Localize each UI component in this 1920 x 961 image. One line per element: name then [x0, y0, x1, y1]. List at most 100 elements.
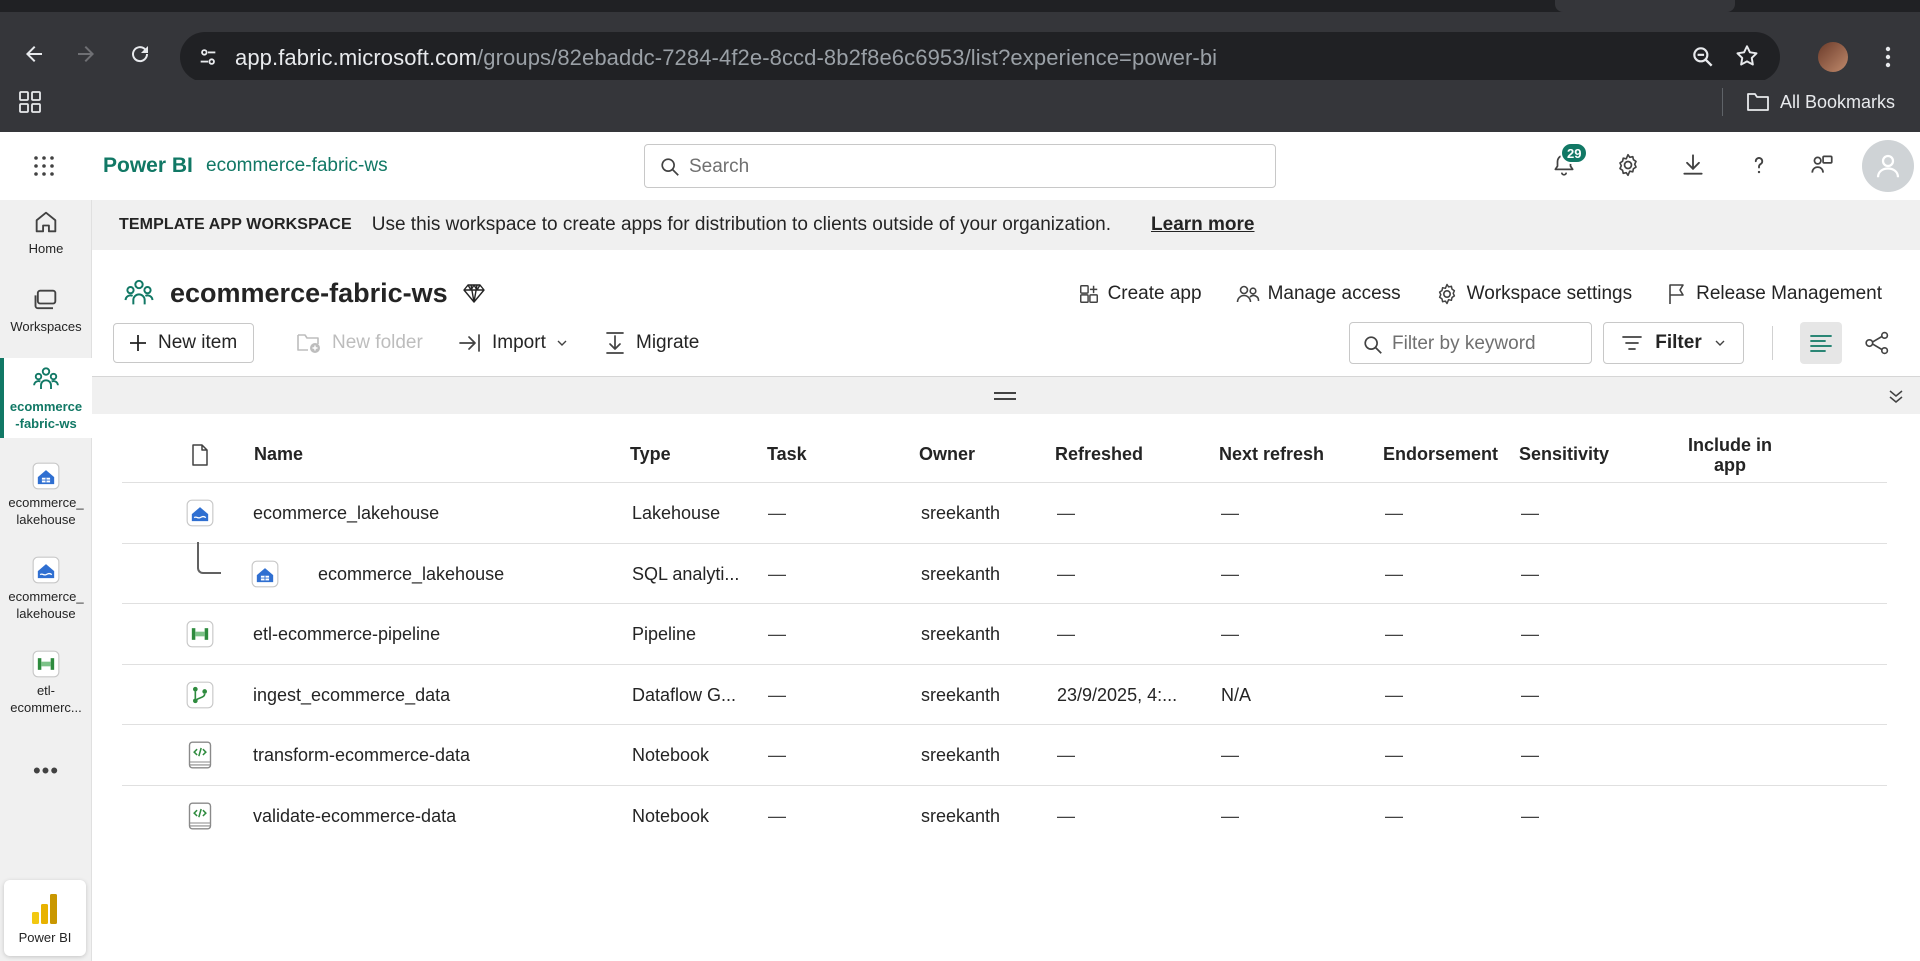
table-row[interactable]: ecommerce_lakehouse Lakehouse — sreekant…	[122, 483, 1887, 544]
back-button[interactable]	[14, 34, 54, 74]
premium-diamond-icon[interactable]	[462, 281, 486, 305]
workspace-actions: Create app Manage access Workspace setti…	[1078, 282, 1882, 306]
new-item-button[interactable]: New item	[113, 323, 255, 363]
browser-tab[interactable]	[1555, 0, 1735, 12]
rail-item-home[interactable]: Home	[0, 208, 92, 270]
folder-add-icon	[297, 334, 320, 353]
rail-item-workspaces[interactable]: Workspaces	[0, 286, 92, 348]
column-header-type[interactable]: Type	[630, 444, 671, 465]
share-people-icon	[1811, 155, 1833, 173]
item-task: —	[768, 805, 786, 826]
item-name[interactable]: etl-ecommerce-pipeline	[253, 624, 440, 645]
item-task: —	[768, 684, 786, 705]
filter-by-keyword[interactable]	[1349, 322, 1592, 364]
item-next-refresh: —	[1221, 745, 1239, 765]
address-bar[interactable]: app.fabric.microsoft.com/groups/82ebaddc…	[180, 32, 1780, 82]
app-launcher-icon[interactable]	[32, 154, 56, 183]
import-button[interactable]: Import	[458, 323, 568, 363]
site-info-icon[interactable]	[196, 45, 220, 69]
item-name[interactable]: ecommerce_lakehouse	[253, 503, 439, 524]
feedback-button[interactable]	[1809, 152, 1835, 183]
table-row[interactable]: ecommerce_lakehouse SQL analyti... — sre…	[122, 541, 1887, 604]
item-owner: sreekanth	[921, 563, 1001, 584]
browser-menu-icon[interactable]	[1876, 44, 1900, 75]
table-row[interactable]: transform-ecommerce-data Notebook — sree…	[122, 725, 1887, 786]
item-refreshed: —	[1057, 503, 1075, 523]
column-header-sensitivity[interactable]: Sensitivity	[1519, 444, 1609, 465]
help-button[interactable]	[1746, 152, 1772, 183]
table-row[interactable]: etl-ecommerce-pipeline Pipeline — sreeka…	[122, 604, 1887, 665]
item-name[interactable]: transform-ecommerce-data	[253, 745, 470, 766]
banner-tag: TEMPLATE APP WORKSPACE	[119, 216, 352, 233]
search-icon	[1362, 334, 1384, 361]
drag-handle-icon[interactable]	[994, 392, 1016, 400]
table-row[interactable]: validate-ecommerce-data Notebook — sreek…	[122, 786, 1887, 847]
rail-item-pipeline[interactable]: etl- ecommerc...	[0, 650, 92, 730]
pane-splitter[interactable]	[92, 376, 1920, 414]
column-header-next-refresh[interactable]: Next refresh	[1219, 444, 1324, 465]
zoom-icon[interactable]	[1690, 44, 1716, 75]
workspace-breadcrumb[interactable]: ecommerce-fabric-ws	[206, 155, 388, 177]
download-button[interactable]	[1680, 152, 1706, 183]
item-next-refresh: —	[1221, 563, 1239, 584]
rail-item-label: ecommerce -fabric-ws	[9, 399, 83, 431]
search-input[interactable]	[689, 153, 1249, 181]
url-host: app.fabric.microsoft.com	[235, 45, 478, 70]
migrate-button[interactable]: Migrate	[604, 323, 699, 363]
browser-profile-avatar[interactable]	[1818, 42, 1848, 72]
item-name[interactable]: ingest_ecommerce_data	[253, 685, 450, 706]
rail-item-label: ecommerce_ lakehouse	[8, 589, 84, 621]
list-view-toggle[interactable]	[1800, 322, 1842, 364]
workspace-settings-button[interactable]: Workspace settings	[1435, 282, 1632, 306]
item-name[interactable]: ecommerce_lakehouse	[318, 564, 504, 585]
reload-icon	[132, 46, 149, 63]
new-folder-button[interactable]: New folder	[296, 323, 423, 363]
table-header: Name Type Task Owner Refreshed Next refr…	[122, 424, 1887, 483]
item-refreshed: —	[1057, 805, 1075, 826]
rail-item-label: Home	[28, 241, 64, 256]
rail-item-lakehouse-2[interactable]: ecommerce_ lakehouse	[0, 556, 92, 636]
column-header-task[interactable]: Task	[767, 444, 807, 465]
column-header-owner[interactable]: Owner	[919, 444, 975, 465]
rail-item-current-workspace[interactable]: ecommerce -fabric-ws	[0, 358, 92, 438]
lineage-view-toggle[interactable]	[1856, 322, 1898, 364]
file-type-icon[interactable]	[191, 444, 209, 466]
column-header-include-in-app[interactable]: Include in app	[1670, 435, 1790, 475]
reload-button[interactable]	[120, 34, 160, 74]
settings-button[interactable]	[1615, 152, 1641, 183]
global-search[interactable]	[644, 144, 1276, 188]
folder-icon	[1747, 93, 1769, 111]
lakehouse-icon	[32, 462, 60, 490]
more-items-icon[interactable]: •••	[0, 758, 92, 784]
gear-icon	[1619, 153, 1637, 177]
all-bookmarks-label: All Bookmarks	[1780, 91, 1896, 112]
table-row[interactable]: ingest_ecommerce_data Dataflow G... — sr…	[122, 665, 1887, 725]
release-management-button[interactable]: Release Management	[1666, 282, 1882, 306]
toolbar-divider	[1772, 326, 1773, 360]
workspace-items-table: Name Type Task Owner Refreshed Next refr…	[122, 424, 1887, 846]
browser-toolbar: app.fabric.microsoft.com/groups/82ebaddc…	[0, 12, 1920, 82]
rail-item-lakehouse-1[interactable]: ecommerce_ lakehouse	[0, 462, 92, 542]
item-next-refresh: N/A	[1221, 684, 1252, 705]
user-avatar[interactable]	[1862, 140, 1914, 192]
filter-button[interactable]: Filter	[1603, 322, 1744, 364]
bookmark-star-icon[interactable]	[1734, 43, 1760, 74]
item-endorsement: —	[1385, 503, 1403, 523]
learn-more-link[interactable]: Learn more	[1151, 214, 1254, 236]
manage-access-button[interactable]: Manage access	[1236, 283, 1401, 305]
item-name[interactable]: validate-ecommerce-data	[253, 806, 456, 827]
item-type: Notebook	[632, 805, 710, 826]
apps-grid-icon[interactable]	[18, 90, 42, 119]
collapse-pane-icon[interactable]	[1886, 386, 1906, 411]
forward-button[interactable]	[66, 34, 106, 74]
filter-keyword-input[interactable]	[1392, 331, 1582, 357]
brand-title[interactable]: Power BI	[103, 154, 193, 178]
url-text[interactable]: app.fabric.microsoft.com/groups/82ebaddc…	[235, 45, 1217, 71]
create-app-button[interactable]: Create app	[1078, 283, 1202, 305]
column-header-name[interactable]: Name	[254, 444, 303, 465]
all-bookmarks-button[interactable]: All Bookmarks	[1746, 88, 1895, 116]
column-header-refreshed[interactable]: Refreshed	[1055, 444, 1143, 465]
item-endorsement: —	[1385, 563, 1403, 584]
column-header-endorsement[interactable]: Endorsement	[1383, 444, 1498, 465]
experience-switcher[interactable]: Power BI	[4, 880, 86, 956]
